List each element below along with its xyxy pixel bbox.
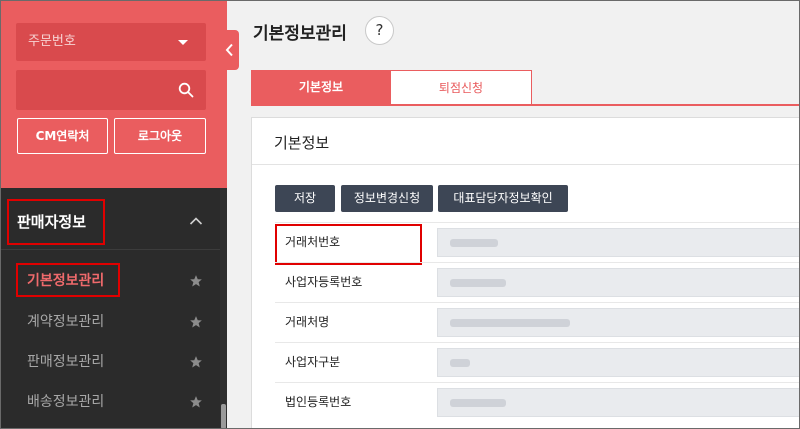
- field-label: 법인등록번호: [285, 395, 352, 409]
- chevron-left-icon: [225, 43, 233, 57]
- field-row-account-name: 거래처명: [275, 302, 800, 340]
- sidebar-item-basic-info[interactable]: 기본정보관리: [0, 261, 220, 301]
- scrollbar-thumb[interactable]: [221, 404, 226, 429]
- sidebar-item-contract-info[interactable]: 계약정보관리: [0, 302, 220, 342]
- star-icon[interactable]: [189, 274, 203, 288]
- redacted-value: [450, 359, 470, 367]
- redacted-value: [450, 319, 570, 327]
- highlight-box: [275, 224, 422, 265]
- save-button[interactable]: 저장: [275, 185, 335, 212]
- account-name-field[interactable]: [437, 308, 800, 337]
- sidebar-item-delivery-info[interactable]: 배송정보관리: [0, 382, 220, 422]
- redacted-value: [450, 239, 498, 247]
- sidebar-item-label: 판매정보관리: [27, 354, 105, 370]
- main-content: 기본정보관리 ? 기본정보 퇴점신청 기본정보 저장 정보변경신청 대표담당자정…: [227, 0, 800, 429]
- logout-button[interactable]: 로그아웃: [114, 118, 206, 154]
- tab-underline: [251, 104, 800, 106]
- sidebar-search-input[interactable]: [16, 70, 176, 110]
- basic-info-panel: 기본정보 저장 정보변경신청 대표담당자정보확인 거래처번호 사업자등록번호 거…: [251, 117, 800, 429]
- field-row-account-number: 거래처번호: [275, 222, 800, 265]
- help-icon[interactable]: ?: [365, 16, 394, 45]
- search-icon[interactable]: [178, 82, 194, 98]
- sidebar-item-sales-info[interactable]: 판매정보관리: [0, 342, 220, 382]
- order-type-select[interactable]: 주문번호: [16, 23, 206, 61]
- account-number-field[interactable]: [437, 228, 800, 257]
- sidebar-section-title: 판매자정보: [7, 199, 105, 245]
- chevron-up-icon[interactable]: [189, 216, 203, 226]
- field-label: 사업자등록번호: [285, 275, 363, 289]
- sidebar-section-seller-info[interactable]: 판매자정보: [0, 196, 220, 250]
- sidebar-collapse-toggle[interactable]: [220, 30, 239, 70]
- field-label: 거래처명: [285, 315, 330, 329]
- cm-contact-button[interactable]: CM연락처: [17, 118, 108, 154]
- order-type-select-label: 주문번호: [28, 34, 76, 49]
- sidebar-header: 주문번호 CM연락처 로그아웃: [0, 0, 227, 188]
- sidebar-item-label: 배송정보관리: [27, 394, 105, 410]
- field-row-business-reg-number: 사업자등록번호: [275, 262, 800, 300]
- verify-representative-button[interactable]: 대표담당자정보확인: [438, 185, 568, 212]
- divider: [252, 164, 800, 165]
- sidebar-scrollbar[interactable]: [220, 188, 227, 429]
- corporate-reg-number-field[interactable]: [437, 388, 800, 417]
- redacted-value: [450, 279, 506, 287]
- star-icon[interactable]: [189, 355, 203, 369]
- sidebar-search: [16, 70, 206, 110]
- sidebar-item-label: 계약정보관리: [27, 314, 105, 330]
- redacted-value: [450, 399, 506, 407]
- star-icon[interactable]: [189, 395, 203, 409]
- business-type-field[interactable]: [437, 348, 800, 377]
- tab-store-exit-request[interactable]: 퇴점신청: [391, 70, 532, 105]
- sidebar: 주문번호 CM연락처 로그아웃 판매자정보 기본정보관리 계약정보관리 판매정보…: [0, 0, 227, 429]
- tab-basic-info[interactable]: 기본정보: [251, 70, 391, 105]
- field-label: 사업자구분: [285, 355, 341, 369]
- field-row-business-type: 사업자구분: [275, 342, 800, 380]
- field-row-corporate-reg-number: 법인등록번호: [275, 382, 800, 420]
- panel-title: 기본정보: [274, 134, 330, 152]
- request-change-button[interactable]: 정보변경신청: [341, 185, 433, 212]
- star-icon[interactable]: [189, 315, 203, 329]
- caret-down-icon: [178, 40, 188, 45]
- page-title: 기본정보관리: [253, 24, 347, 44]
- sidebar-item-label: 기본정보관리: [27, 273, 105, 289]
- business-reg-number-field[interactable]: [437, 268, 800, 297]
